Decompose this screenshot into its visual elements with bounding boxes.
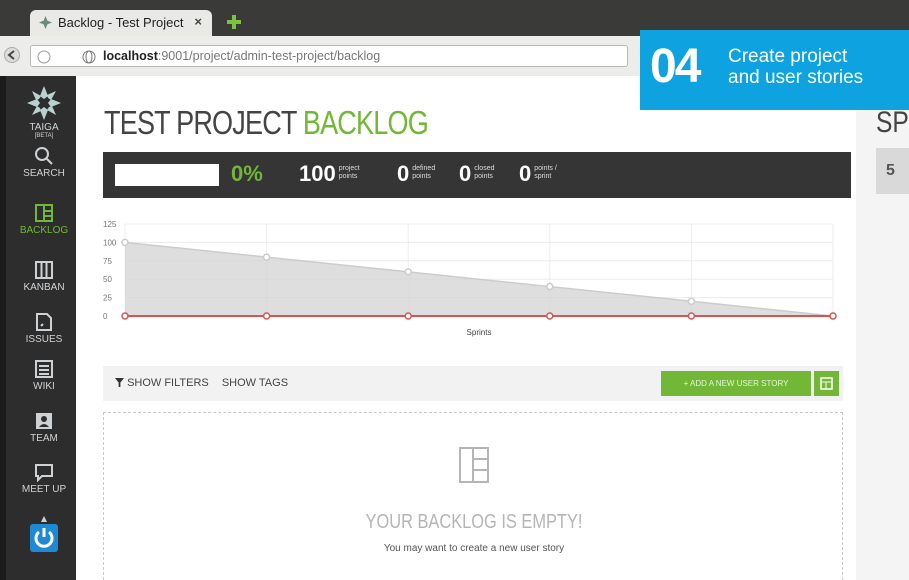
taiga-logo[interactable]: TAIGA [BETA] bbox=[12, 86, 76, 139]
backlog-toolbar: SHOW FILTERS SHOW TAGS + ADD A NEW USER … bbox=[103, 366, 843, 401]
sidebar-item-label: ISSUES bbox=[25, 334, 63, 345]
back-arrow-icon[interactable] bbox=[4, 47, 20, 63]
chart-y-tick-label: 75 bbox=[103, 257, 112, 266]
sidebar-item-label: KANBAN bbox=[23, 282, 65, 293]
step-number: 04 bbox=[650, 40, 701, 93]
power-icon bbox=[30, 516, 58, 552]
sprints-panel: SPI 5 bbox=[856, 76, 909, 580]
bulk-add-button[interactable] bbox=[814, 371, 839, 396]
wiki-icon bbox=[35, 360, 53, 378]
team-icon bbox=[36, 413, 52, 429]
chart-point-ideal bbox=[262, 253, 271, 261]
page-info-icon bbox=[37, 50, 51, 64]
progress-bar bbox=[115, 164, 219, 186]
progress-percent: 0% bbox=[231, 161, 263, 186]
sidebar-item-kanban[interactable]: KANBAN bbox=[12, 260, 76, 293]
sidebar-item-meetup[interactable]: MEET UP bbox=[12, 462, 76, 495]
chart-y-tick-label: 0 bbox=[103, 312, 108, 321]
add-user-story-button[interactable]: + ADD A NEW USER STORY bbox=[661, 371, 811, 396]
chart-point-real bbox=[829, 312, 837, 320]
logo-text: TAIGA bbox=[29, 122, 59, 133]
new-tab-icon[interactable] bbox=[226, 14, 242, 30]
chart-y-tick-label: 125 bbox=[103, 220, 117, 229]
kanban-icon bbox=[35, 261, 53, 279]
url-host: localhost bbox=[103, 49, 158, 63]
sidebar-item-wiki[interactable]: WIKI bbox=[12, 359, 76, 392]
globe-icon bbox=[82, 50, 96, 64]
step-caption-line1: Create project bbox=[728, 46, 848, 67]
sidebar-item-admin[interactable] bbox=[12, 516, 76, 558]
chart-point-ideal bbox=[121, 238, 129, 247]
empty-backlog-title: YOUR BACKLOG IS EMPTY! bbox=[365, 511, 583, 533]
show-tags-button[interactable]: SHOW TAGS bbox=[222, 377, 288, 389]
grid-view-icon bbox=[820, 377, 833, 390]
empty-backlog-subtitle: You may want to create a new user story bbox=[383, 543, 565, 554]
sidebar-item-label: WIKI bbox=[33, 381, 55, 392]
taiga-logo-icon bbox=[27, 86, 61, 120]
points-per-sprint-stat: 0 points / sprint bbox=[519, 162, 557, 186]
show-filters-button[interactable]: SHOW FILTERS bbox=[115, 377, 212, 389]
chart-y-tick-label: 100 bbox=[103, 238, 117, 247]
project-points-label: project points bbox=[338, 165, 360, 180]
browser-tab-title: Backlog - Test Project bbox=[58, 15, 184, 30]
chat-bubble-icon bbox=[35, 464, 53, 482]
sprint-count-box: 5 bbox=[876, 148, 909, 194]
sidebar-item-issues[interactable]: ISSUES bbox=[12, 312, 76, 345]
chart-point-real bbox=[404, 312, 412, 320]
filter-controls: SHOW FILTERS SHOW TAGS bbox=[115, 377, 288, 389]
chart-point-ideal bbox=[546, 282, 554, 291]
empty-backlog-panel: YOUR BACKLOG IS EMPTY! You may want to c… bbox=[103, 412, 843, 580]
step-caption: Create project and user stories bbox=[728, 46, 863, 88]
close-tab-icon[interactable]: × bbox=[194, 14, 202, 29]
sidebar-item-label: MEET UP bbox=[21, 484, 67, 495]
sidebar-item-backlog[interactable]: BACKLOG bbox=[12, 203, 76, 236]
search-icon bbox=[35, 147, 53, 165]
defined-points-stat: 0 defined points bbox=[397, 162, 435, 186]
page-title: TEST PROJECT BACKLOG bbox=[104, 104, 429, 142]
chart-x-axis-label: Sprints bbox=[467, 328, 492, 337]
chart-point-real bbox=[687, 312, 696, 320]
sidebar-item-label: TEAM bbox=[30, 433, 58, 444]
stats-bar: 0% 100 project points 0 defined points 0 clos… bbox=[103, 152, 851, 198]
points-per-sprint-value: 0 bbox=[519, 161, 532, 186]
sidebar-item-label: SEARCH bbox=[23, 168, 65, 179]
chart-point-ideal bbox=[687, 297, 696, 306]
main-content: TEST PROJECT BACKLOG 0% 100 project points… bbox=[76, 76, 856, 580]
chart-point-real bbox=[262, 312, 271, 320]
defined-points-value: 0 bbox=[397, 161, 410, 186]
address-bar[interactable]: localhost:9001/project/admin-test-projec… bbox=[30, 45, 628, 67]
closed-points-stat: 0 closed points bbox=[459, 162, 494, 186]
page-title-project: TEST PROJECT bbox=[104, 104, 297, 141]
chart-y-tick-label: 25 bbox=[103, 294, 112, 303]
chart-y-tick-label: 50 bbox=[103, 275, 112, 284]
logo-beta: [BETA] bbox=[34, 133, 54, 139]
backlog-empty-icon bbox=[459, 447, 489, 483]
issues-icon bbox=[36, 313, 52, 331]
browser-tab[interactable]: Backlog - Test Project × bbox=[30, 10, 212, 36]
sidebar-item-search[interactable]: SEARCH bbox=[12, 146, 76, 179]
filter-icon bbox=[115, 378, 124, 387]
closed-points-label: closed points bbox=[474, 165, 495, 180]
page-title-backlog: BACKLOG bbox=[302, 104, 429, 141]
chart-point-real bbox=[121, 312, 129, 320]
url-path: :9001/project/admin-test-project/backlog bbox=[157, 49, 381, 63]
taiga-favicon-icon bbox=[39, 16, 52, 29]
step-caption-line2: and user stories bbox=[728, 67, 864, 88]
points-per-sprint-label: points / sprint bbox=[534, 165, 557, 180]
sidebar-item-label: BACKLOG bbox=[19, 225, 69, 236]
step-badge: 04 Create project and user stories bbox=[640, 30, 909, 110]
sprints-title: SPI bbox=[876, 106, 909, 139]
chart-point-real bbox=[546, 312, 554, 320]
chart-point-ideal bbox=[404, 268, 412, 276]
sidebar-nav: TAIGA [BETA] SEARCH BACKLOG KANBAN ISSUE… bbox=[0, 76, 76, 580]
backlog-icon bbox=[35, 204, 53, 222]
closed-points-value: 0 bbox=[459, 161, 472, 186]
defined-points-label: defined points bbox=[412, 165, 436, 180]
sidebar-item-team[interactable]: TEAM bbox=[12, 411, 76, 444]
burndown-chart: 125 100 75 50 25 0 Sprints bbox=[103, 220, 837, 337]
project-points-stat: 100 project points bbox=[299, 162, 360, 186]
project-points-value: 100 bbox=[299, 161, 336, 186]
